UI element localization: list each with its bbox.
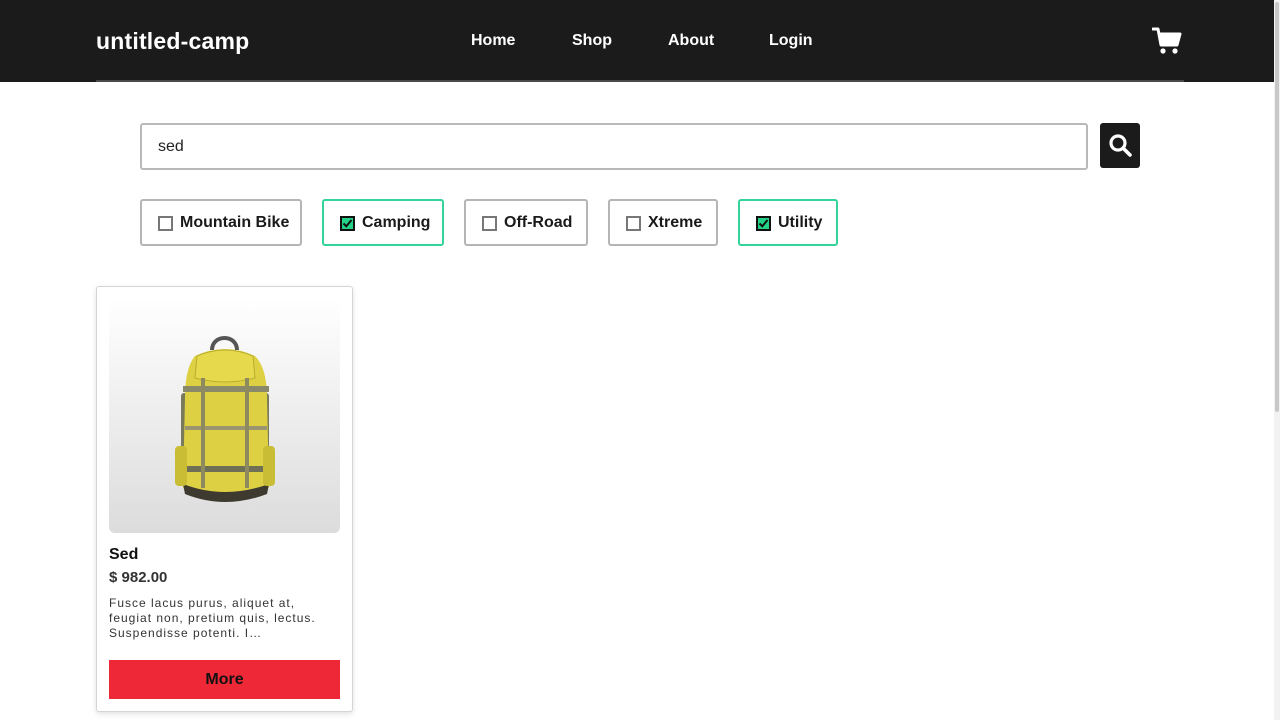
- nav-login-link[interactable]: Login: [769, 32, 813, 50]
- filter-label: Mountain Bike: [180, 214, 290, 231]
- page-scrollbar[interactable]: [1274, 0, 1280, 720]
- backpack-image: [175, 336, 275, 502]
- checkbox[interactable]: [482, 216, 497, 231]
- product-card: Sed $ 982.00 Fusce lacus purus, aliquet …: [96, 286, 353, 712]
- filter-label: Xtreme: [648, 214, 703, 231]
- search-input[interactable]: [140, 123, 1088, 170]
- header-divider: [96, 80, 1184, 82]
- product-price: $ 982.00: [109, 569, 168, 586]
- checkmark-icon: [758, 219, 769, 228]
- checkbox[interactable]: [340, 216, 355, 231]
- site-logo[interactable]: untitled-camp: [96, 28, 249, 55]
- filter-label: Camping: [362, 214, 431, 231]
- checkbox[interactable]: [626, 216, 641, 231]
- product-image[interactable]: [109, 298, 340, 533]
- nav-shop-link[interactable]: Shop: [572, 32, 612, 50]
- filter-label: Utility: [778, 214, 823, 231]
- more-button[interactable]: More: [109, 660, 340, 699]
- filter-off-road[interactable]: Off-Road: [464, 199, 588, 246]
- top-navbar: untitled-camp Home Shop About Login: [0, 0, 1280, 82]
- scrollbar-thumb[interactable]: [1275, 2, 1279, 412]
- search-button[interactable]: [1100, 123, 1140, 168]
- nav-home-link[interactable]: Home: [471, 32, 515, 50]
- filter-mountain-bike[interactable]: Mountain Bike: [140, 199, 302, 246]
- checkmark-icon: [342, 219, 353, 228]
- product-description: Fusce lacus purus, aliquet at, feugiat n…: [109, 596, 316, 640]
- filter-camping[interactable]: Camping: [322, 199, 444, 246]
- shopping-cart-icon[interactable]: [1151, 27, 1182, 55]
- checkbox[interactable]: [158, 216, 173, 231]
- checkbox[interactable]: [756, 216, 771, 231]
- product-title: Sed: [109, 546, 139, 563]
- search-icon: [1109, 134, 1132, 157]
- nav-about-link[interactable]: About: [668, 32, 714, 50]
- filter-xtreme[interactable]: Xtreme: [608, 199, 718, 246]
- filter-utility[interactable]: Utility: [738, 199, 838, 246]
- filter-label: Off-Road: [504, 214, 573, 231]
